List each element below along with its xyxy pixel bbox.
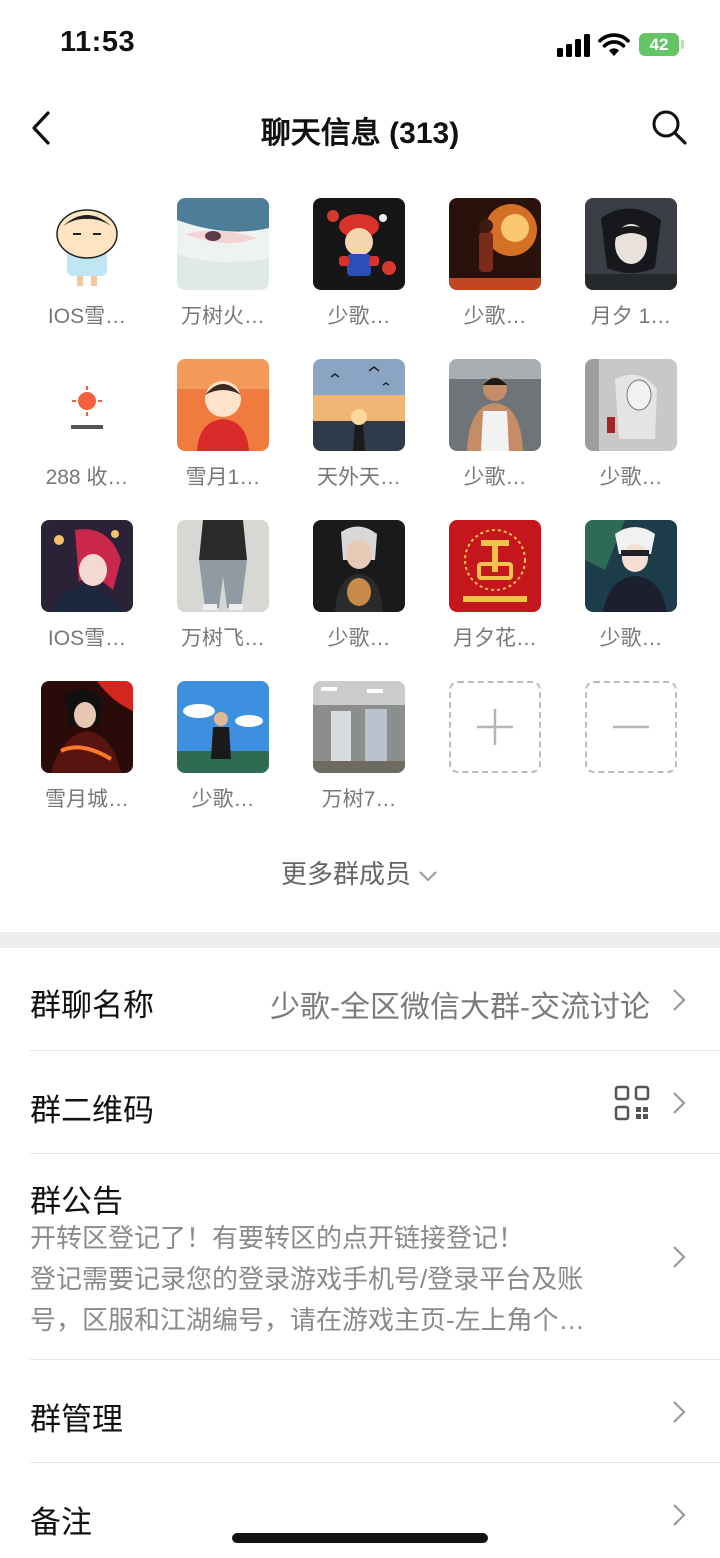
- anime-warrior-avatar: [41, 681, 133, 773]
- chevron-right-icon: [673, 1401, 686, 1423]
- remark-label: 备注: [30, 1505, 92, 1540]
- fireworks-avatar: [449, 198, 541, 290]
- blue-sky-boy-avatar: [177, 681, 269, 773]
- page-title: 聊天信息 (313): [260, 117, 460, 150]
- gym-man-avatar: [449, 359, 541, 451]
- sun-smile-avatar: [41, 359, 133, 451]
- member-name: 少歌…: [463, 305, 527, 328]
- group-manage-label: 群管理: [30, 1402, 123, 1437]
- remove-member-tile[interactable]: [585, 681, 677, 773]
- search-icon[interactable]: [650, 108, 688, 146]
- group-qr-row[interactable]: 群二维码: [0, 1051, 720, 1154]
- nav-bar: 聊天信息 (313): [0, 90, 720, 166]
- cartoon-red-boy-avatar: [177, 359, 269, 451]
- member-item[interactable]: IOS雪…: [27, 198, 147, 348]
- jeans-photo-avatar: [177, 520, 269, 612]
- minus-icon: [613, 725, 649, 729]
- member-item[interactable]: IOS雪…: [27, 520, 147, 670]
- member-name: 月夕花…: [453, 627, 537, 650]
- add-member-button[interactable]: [435, 681, 555, 831]
- status-time: 11:53: [60, 26, 136, 58]
- member-item[interactable]: 少歌…: [299, 198, 419, 348]
- notice-line: 号，区服和江湖编号，请在游戏主页-左上角个…: [30, 1305, 585, 1335]
- chevron-down-icon: [419, 871, 437, 882]
- member-name: 雪月城…: [45, 788, 129, 811]
- cellular-signal-icon: [557, 33, 591, 57]
- group-qr-label: 群二维码: [30, 1093, 154, 1128]
- wifi-icon: [598, 33, 630, 56]
- red-fortune-avatar: [449, 520, 541, 612]
- group-notice-label: 群公告: [30, 1184, 123, 1219]
- member-item[interactable]: 万树火…: [163, 198, 283, 348]
- member-item[interactable]: 雪月1…: [163, 359, 283, 509]
- more-members-label: 更多群成员: [280, 859, 411, 889]
- group-name-label: 群聊名称: [30, 988, 154, 1023]
- member-name: 少歌…: [599, 627, 663, 650]
- member-item[interactable]: 天外天…: [299, 359, 419, 509]
- member-item[interactable]: 少歌…: [571, 520, 691, 670]
- status-bar: 11:53 42: [0, 0, 720, 90]
- member-name: IOS雪…: [47, 305, 127, 328]
- add-member-tile[interactable]: [449, 681, 541, 773]
- cartoon-boy-avatar: [41, 198, 133, 290]
- battery-indicator: 42: [639, 33, 684, 56]
- group-name-row[interactable]: 群聊名称 少歌-全区微信大群-交流讨论: [0, 948, 720, 1051]
- dog-portrait-avatar: [313, 520, 405, 612]
- member-item[interactable]: 少歌…: [299, 520, 419, 670]
- notice-line: 登记需要记录您的登录游戏手机号/登录平台及账: [30, 1264, 584, 1294]
- member-name: 万树飞…: [181, 627, 265, 650]
- member-grid: IOS雪… 万树火… 少歌… 少歌… 月夕 1… 288 收… 雪月1… 天外天…: [0, 198, 720, 818]
- member-name: 万树7…: [321, 788, 397, 811]
- member-name: 少歌…: [327, 305, 391, 328]
- anime-dark-hair-avatar: [585, 198, 677, 290]
- member-item[interactable]: 雪月城…: [27, 681, 147, 831]
- member-name: 月夕 1…: [590, 305, 672, 328]
- member-name: 万树火…: [181, 305, 265, 328]
- member-name: 天外天…: [317, 466, 401, 489]
- remove-member-button[interactable]: [571, 681, 691, 831]
- member-name: 雪月1…: [185, 466, 261, 489]
- member-item[interactable]: 少歌…: [571, 359, 691, 509]
- member-name: 288 收…: [45, 466, 129, 489]
- group-notice-text: 开转区登记了！有要转区的点开链接登记！ 登记需要记录您的登录游戏手机号/登录平台…: [30, 1218, 642, 1341]
- group-name-value: 少歌-全区微信大群-交流讨论: [270, 991, 650, 1024]
- sunset-birds-avatar: [313, 359, 405, 451]
- home-indicator: [232, 1533, 488, 1543]
- member-item[interactable]: 288 收…: [27, 359, 147, 509]
- section-divider: [0, 932, 720, 948]
- member-item[interactable]: 月夕花…: [435, 520, 555, 670]
- anime-red-hair-avatar: [41, 520, 133, 612]
- member-item[interactable]: 万树飞…: [163, 520, 283, 670]
- chevron-right-icon: [673, 989, 686, 1011]
- remark-row[interactable]: 备注: [0, 1463, 720, 1558]
- chevron-right-icon: [673, 1246, 686, 1268]
- member-item[interactable]: 少歌…: [435, 198, 555, 348]
- member-name: IOS雪…: [47, 627, 127, 650]
- member-item[interactable]: 少歌…: [435, 359, 555, 509]
- plus-icon: [477, 709, 513, 745]
- notice-line: 开转区登记了！有要转区的点开链接登记！: [30, 1223, 525, 1253]
- anime-white-hair-avatar: [585, 520, 677, 612]
- sketch-art-avatar: [585, 359, 677, 451]
- member-name: 少歌…: [327, 627, 391, 650]
- member-name: 少歌…: [191, 788, 255, 811]
- battery-level: 42: [649, 35, 669, 54]
- anime-girl-eye-avatar: [177, 198, 269, 290]
- chevron-right-icon: [673, 1504, 686, 1526]
- factory-photo-avatar: [313, 681, 405, 773]
- group-manage-row[interactable]: 群管理: [0, 1360, 720, 1463]
- member-item[interactable]: 少歌…: [163, 681, 283, 831]
- chevron-right-icon: [673, 1092, 686, 1114]
- more-members-button[interactable]: 更多群成员: [0, 854, 720, 891]
- member-name: 少歌…: [463, 466, 527, 489]
- member-item[interactable]: 月夕 1…: [571, 198, 691, 348]
- member-name: 少歌…: [599, 466, 663, 489]
- group-notice-row[interactable]: 群公告 开转区登记了！有要转区的点开链接登记！ 登记需要记录您的登录游戏手机号/…: [0, 1154, 720, 1360]
- qr-code-icon: [614, 1085, 650, 1121]
- mario-avatar: [313, 198, 405, 290]
- member-item[interactable]: 万树7…: [299, 681, 419, 831]
